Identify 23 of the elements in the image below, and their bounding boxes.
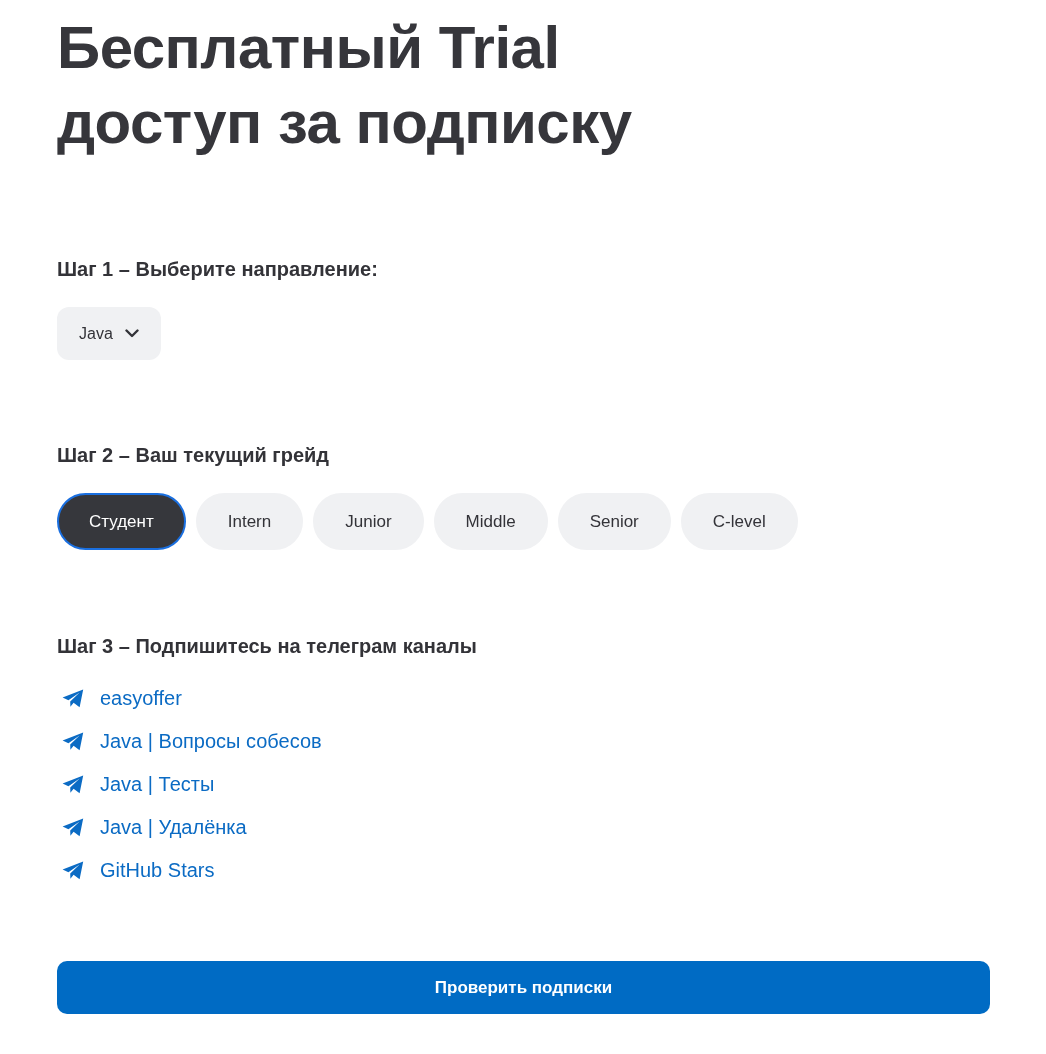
channel-link[interactable]: Java | Вопросы собесов — [100, 730, 322, 753]
channel-link[interactable]: GitHub Stars — [100, 859, 215, 882]
step-heading: Шаг 3 – Подпишитесь на телеграм каналы — [57, 634, 478, 659]
direction-dropdown[interactable]: Java — [57, 307, 161, 360]
grade-option[interactable]: Intern — [195, 493, 304, 550]
page-title: Бесплатный Trial доступ за подписку — [57, 13, 633, 158]
paper-plane-icon — [62, 689, 84, 708]
channel-link[interactable]: easyoffer — [100, 687, 182, 710]
chevron-down-icon — [124, 329, 139, 338]
step-heading: Шаг 2 – Ваш текущий грейд — [57, 443, 330, 468]
grade-option[interactable]: Junior — [313, 493, 424, 550]
step-heading: Шаг 1 – Выберите направление: — [57, 257, 379, 282]
paper-plane-icon — [62, 861, 84, 880]
grade-option[interactable]: Middle — [433, 493, 548, 550]
paper-plane-icon — [62, 775, 84, 794]
channel-link[interactable]: Java | Удалёнка — [100, 816, 247, 839]
grade-option[interactable]: C-level — [680, 493, 798, 550]
paper-plane-icon — [62, 732, 84, 751]
check-subscriptions-button[interactable]: Проверить подписки — [57, 961, 990, 1014]
channel-link[interactable]: Java | Тесты — [100, 773, 215, 796]
paper-plane-icon — [62, 818, 84, 837]
grade-option[interactable]: Студент — [57, 493, 186, 550]
grade-option[interactable]: Senior — [557, 493, 671, 550]
